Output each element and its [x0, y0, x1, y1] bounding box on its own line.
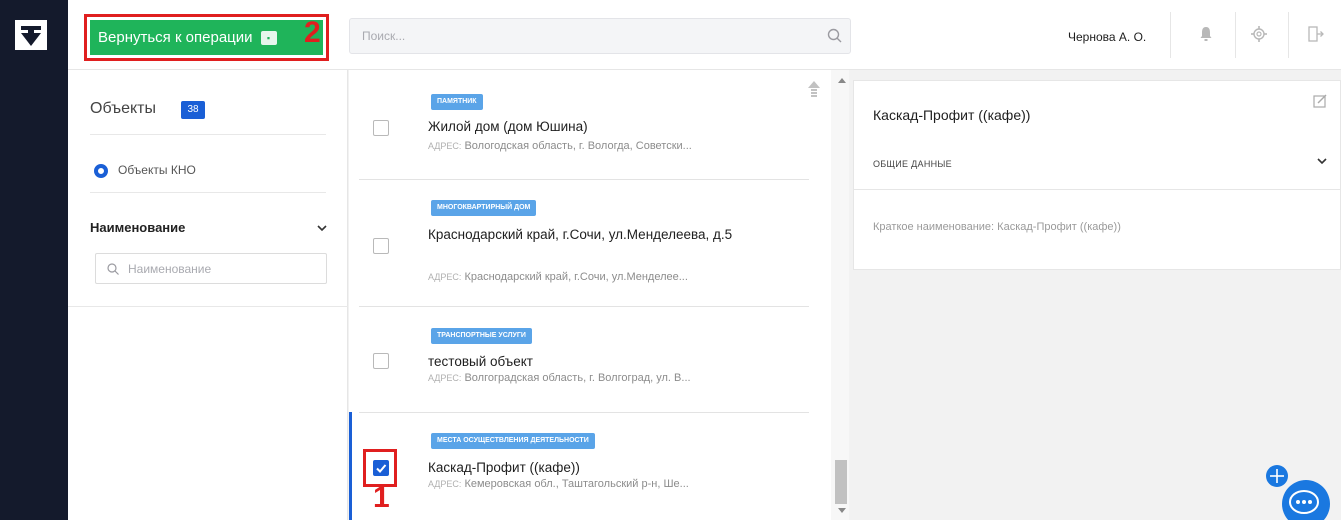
search-icon[interactable] — [826, 27, 844, 45]
item-type-tag: многоквартирный дом — [431, 200, 537, 216]
item-name[interactable]: тестовый объект — [428, 351, 788, 372]
divider — [90, 192, 326, 193]
scroll-down-arrow-icon[interactable] — [838, 508, 846, 513]
name-filter-input[interactable]: Наименование — [95, 253, 327, 284]
search-placeholder: Поиск... — [362, 29, 406, 43]
item-address: АДРЕС: Волгоградская область, г. Волгогр… — [428, 372, 691, 384]
back-button-highlight: Вернуться к операции ▪ — [84, 14, 329, 61]
annotation-marker-1: 1 — [373, 481, 390, 514]
divider — [68, 306, 348, 307]
scroll-up-arrow-icon[interactable] — [838, 78, 846, 83]
filters-title: Объекты — [90, 100, 156, 117]
divider — [90, 134, 326, 135]
chevron-down-icon[interactable] — [316, 222, 328, 234]
item-checkbox[interactable] — [373, 238, 389, 254]
header-divider — [1170, 12, 1171, 58]
list-item[interactable]: транспортные услуги тестовый объект АДРЕ… — [349, 307, 809, 412]
item-type-tag: транспортные услуги — [431, 328, 532, 344]
address-label: АДРЕС: — [428, 141, 462, 151]
item-address: АДРЕС: Кемеровская обл., Таштагольский р… — [428, 478, 689, 490]
item-name[interactable]: Краснодарский край, г.Сочи, ул.Менделеев… — [428, 224, 788, 245]
item-address: АДРЕС: Вологодская область, г. Вологда, … — [428, 140, 692, 152]
list-scrollbar[interactable] — [833, 70, 849, 520]
objects-count-badge: 38 — [181, 101, 205, 119]
chevron-down-icon[interactable] — [1316, 155, 1328, 167]
objects-kno-radio-label[interactable]: Объекты КНО — [118, 163, 196, 177]
item-address-value: Кемеровская обл., Таштагольский р-н, Ше.… — [464, 478, 689, 490]
item-checkbox[interactable] — [373, 353, 389, 369]
filters-panel: Объекты 38 Объекты КНО Наименование Наим… — [68, 70, 348, 520]
header-divider — [1235, 12, 1236, 58]
objects-list: памятник Жилой дом (дом Юшина) АДРЕС: Во… — [349, 70, 849, 520]
logout-icon[interactable] — [1305, 24, 1325, 44]
edit-icon[interactable] — [1312, 93, 1328, 109]
logo-shield-icon[interactable] — [13, 18, 49, 56]
object-detail-card: Каскад-Профит ((кафе)) ОБЩИЕ ДАННЫЕ Крат… — [853, 80, 1341, 270]
name-filter-placeholder: Наименование — [128, 261, 212, 276]
move-icon[interactable] — [1266, 465, 1288, 487]
address-label: АДРЕС: — [428, 272, 462, 282]
bell-icon[interactable] — [1196, 24, 1216, 44]
back-to-operation-button[interactable]: Вернуться к операции ▪ — [90, 20, 323, 55]
item-type-tag: места осуществления деятельности — [431, 433, 595, 449]
list-item[interactable]: многоквартирный дом Краснодарский край, … — [349, 180, 809, 306]
list-item-selected[interactable]: места осуществления деятельности Каскад-… — [349, 413, 809, 520]
general-data-section[interactable]: ОБЩИЕ ДАННЫЕ — [873, 159, 952, 169]
left-rail — [0, 0, 68, 520]
scroll-top-icon[interactable] — [807, 80, 821, 98]
list-item[interactable]: памятник Жилой дом (дом Юшина) АДРЕС: Во… — [349, 70, 809, 180]
divider — [854, 189, 1341, 190]
search-input[interactable]: Поиск... — [349, 18, 851, 54]
scrollbar-thumb[interactable] — [835, 460, 847, 504]
header-divider — [1288, 12, 1289, 58]
item-checkbox-checked[interactable] — [373, 460, 389, 476]
item-address-value: Краснодарский край, г.Сочи, ул.Менделее.… — [464, 271, 688, 283]
annotation-marker-2: 2 — [304, 16, 321, 49]
item-address-value: Вологодская область, г. Вологда, Советск… — [464, 140, 692, 152]
gear-icon[interactable] — [1249, 24, 1269, 44]
item-type-tag: памятник — [431, 94, 483, 110]
address-label: АДРЕС: — [428, 373, 462, 383]
name-filter-label[interactable]: Наименование — [90, 220, 185, 235]
address-label: АДРЕС: — [428, 479, 462, 489]
chat-icon[interactable] — [1282, 480, 1330, 520]
item-checkbox[interactable] — [373, 120, 389, 136]
detail-title: Каскад-Профит ((кафе)) — [873, 107, 1031, 123]
top-header: Вернуться к операции ▪ 2 Поиск... Чернов… — [68, 0, 1341, 70]
back-button-label: Вернуться к операции — [98, 29, 253, 46]
back-button-badge-icon: ▪ — [260, 30, 277, 45]
item-name[interactable]: Жилой дом (дом Юшина) — [428, 116, 788, 137]
chat-bubble-icon — [1289, 490, 1319, 514]
search-icon — [107, 263, 119, 275]
item-address-value: Волгоградская область, г. Волгоград, ул.… — [464, 372, 691, 384]
check-icon — [376, 464, 387, 473]
app-root: Вернуться к операции ▪ 2 Поиск... Чернов… — [0, 0, 1341, 520]
objects-list-content: памятник Жилой дом (дом Юшина) АДРЕС: Во… — [349, 70, 831, 520]
item-address: АДРЕС: Краснодарский край, г.Сочи, ул.Ме… — [428, 271, 688, 283]
item-name[interactable]: Каскад-Профит ((кафе)) — [428, 457, 788, 478]
move-arrows-icon — [1270, 469, 1284, 483]
user-name[interactable]: Чернова А. О. — [1068, 30, 1146, 44]
objects-kno-radio[interactable] — [94, 164, 108, 178]
short-name-field: Краткое наименование: Каскад-Профит ((ка… — [873, 221, 1121, 233]
